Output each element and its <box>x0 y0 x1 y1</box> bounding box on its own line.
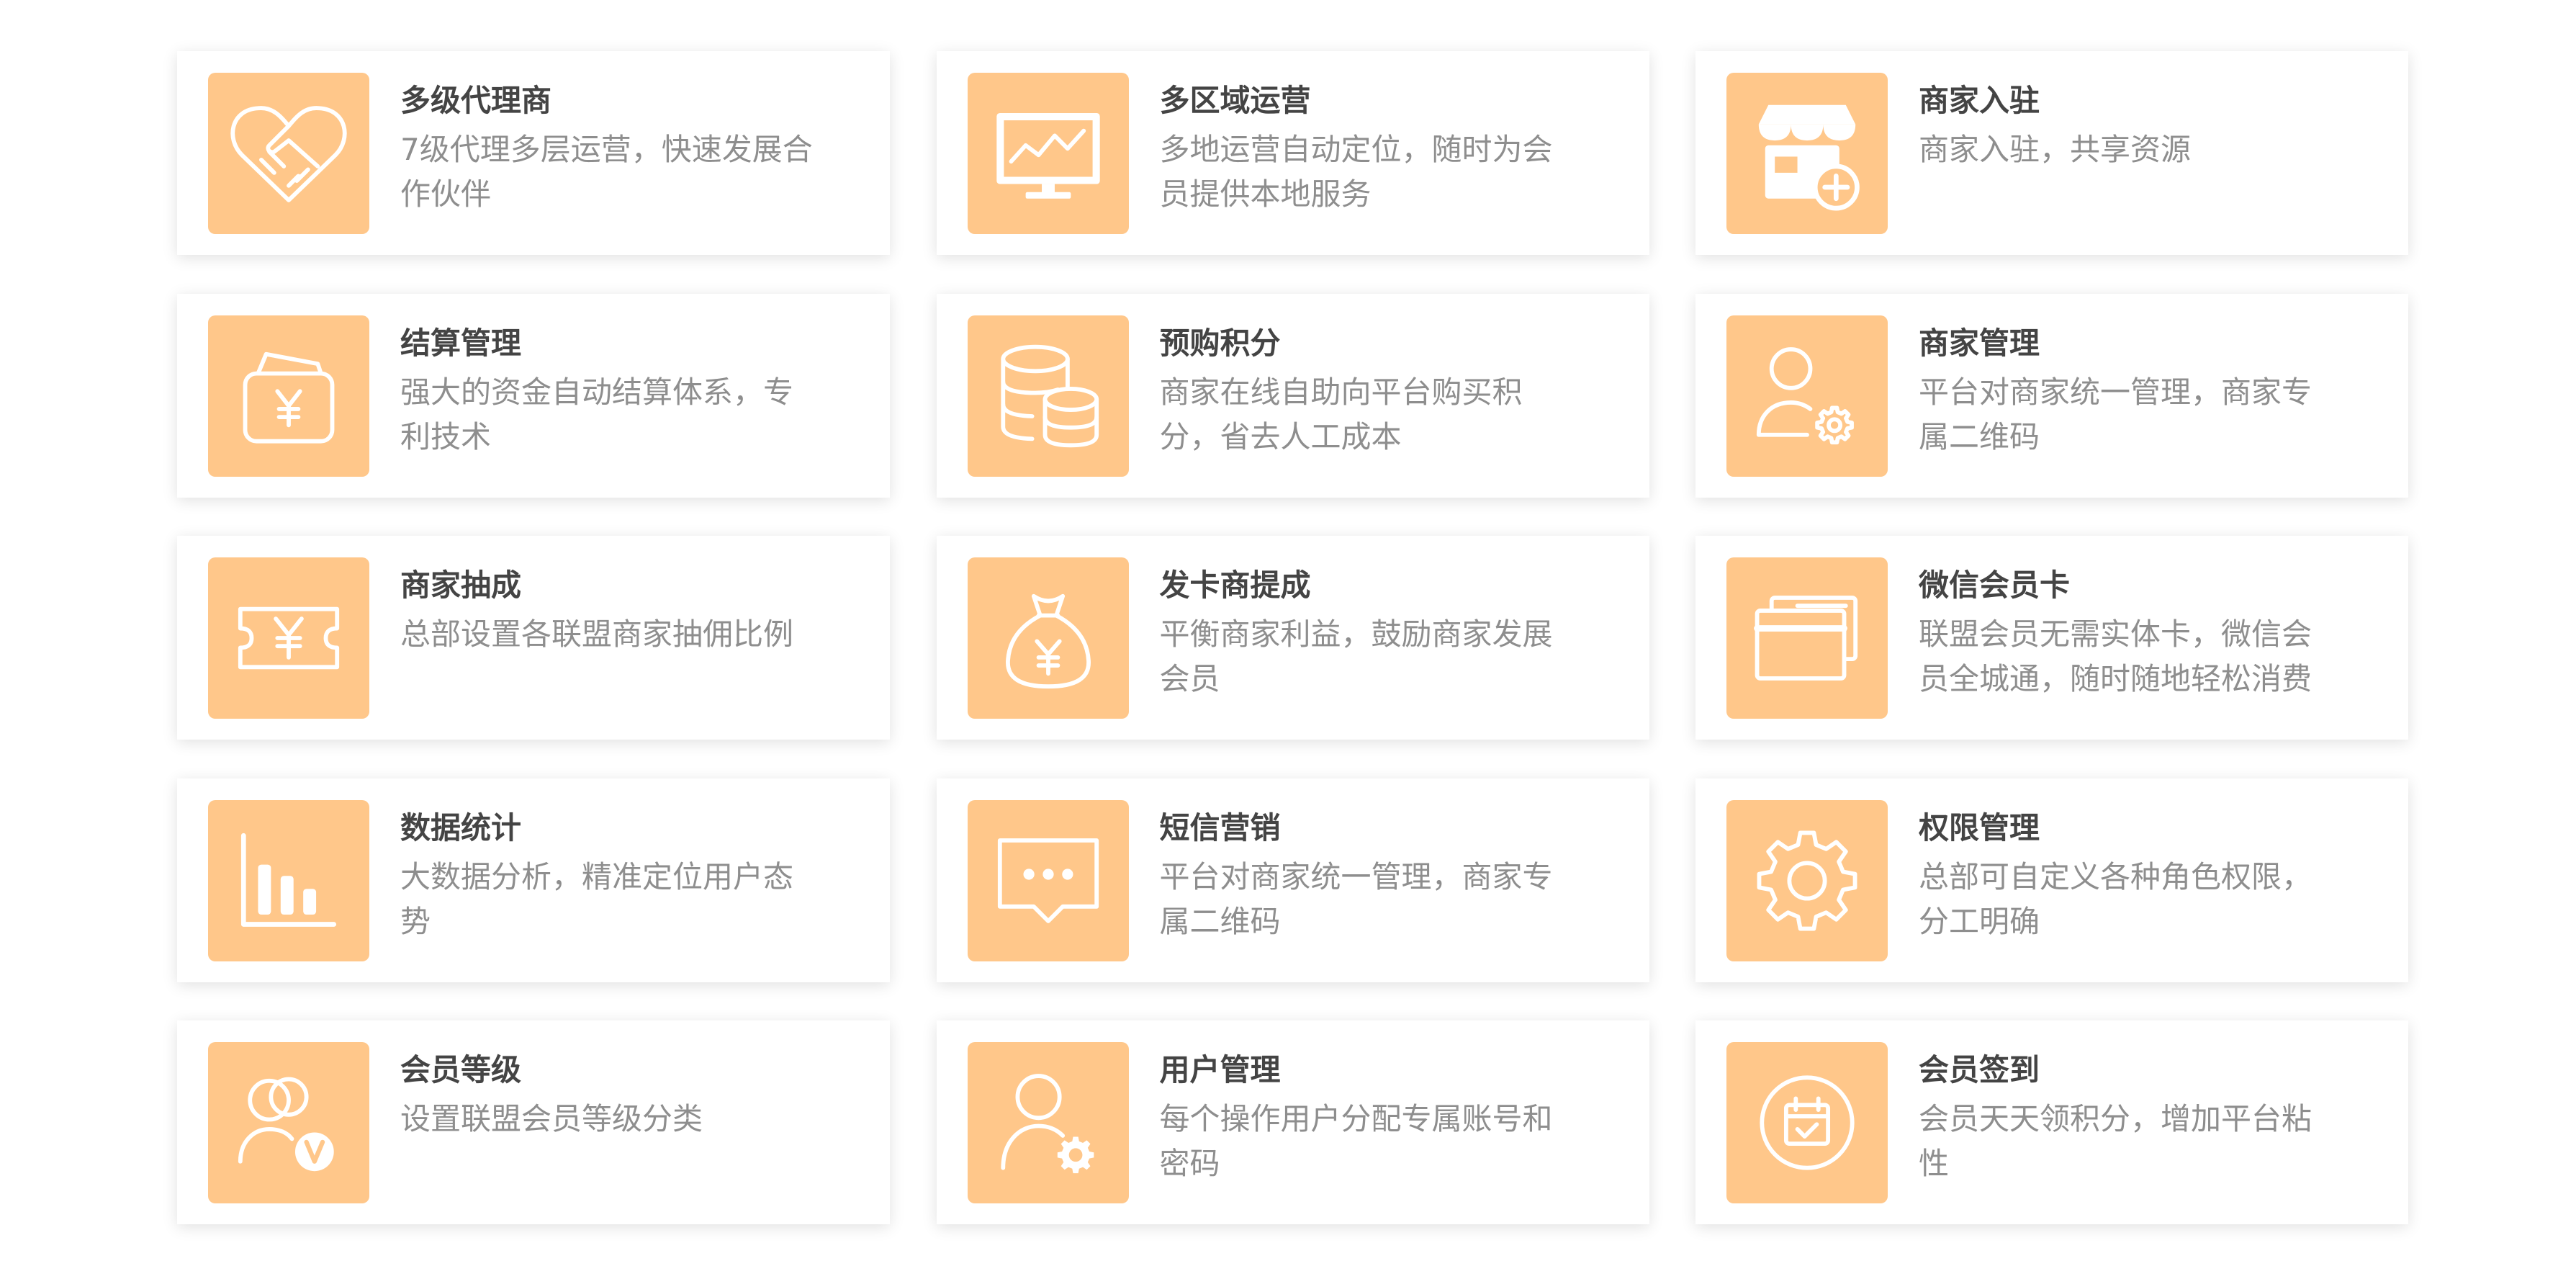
message-icon <box>967 799 1129 961</box>
feature-description: 联盟会员无需实体卡，微信会员全城通，随时随地轻松消费 <box>1919 616 2312 696</box>
feature-description: 平衡商家利益，鼓励商家发展会员 <box>1159 616 1553 696</box>
calendar-check-icon <box>1726 1042 1888 1203</box>
gear-icon <box>1726 799 1888 961</box>
handshake-heart-icon <box>208 73 369 234</box>
feature-card: 用户管理 每个操作用户分配专属账号和密码 <box>936 1020 1649 1224</box>
feature-title: 结算管理 <box>400 325 522 361</box>
feature-title: 多级代理商 <box>400 83 552 118</box>
feature-card: 微信会员卡 联盟会员无需实体卡，微信会员全城通，随时随地轻松消费 <box>1695 536 2408 740</box>
feature-title: 预购积分 <box>1159 325 1281 361</box>
database-icon <box>967 315 1129 477</box>
feature-title: 用户管理 <box>1159 1052 1281 1087</box>
feature-card: 商家抽成 总部设置各联盟商家抽佣比例 <box>177 536 890 740</box>
feature-title: 权限管理 <box>1919 809 2040 845</box>
feature-card: 多区域运营 多地运营自动定位，随时为会员提供本地服务 <box>936 51 1649 255</box>
user-gear-icon <box>1726 315 1888 477</box>
feature-description: 设置联盟会员等级分类 <box>400 1101 703 1136</box>
monitor-chart-icon <box>967 73 1129 234</box>
user-settings-icon <box>967 1042 1129 1203</box>
feature-description: 7级代理多层运营，快速发展合作伙伴 <box>400 132 813 212</box>
feature-card: 发卡商提成 平衡商家利益，鼓励商家发展会员 <box>936 536 1649 740</box>
feature-description: 平台对商家统一管理，商家专属二维码 <box>1159 858 1553 939</box>
feature-title: 会员签到 <box>1919 1052 2040 1087</box>
feature-card: 会员等级 设置联盟会员等级分类 <box>177 1020 890 1224</box>
feature-card: 商家管理 平台对商家统一管理，商家专属二维码 <box>1695 293 2408 498</box>
feature-description: 多地运营自动定位，随时为会员提供本地服务 <box>1159 132 1553 212</box>
feature-title: 微信会员卡 <box>1919 567 2071 603</box>
ticket-yen-icon <box>208 557 369 719</box>
feature-card: 预购积分 商家在线自助向平台购买积分，省去人工成本 <box>936 293 1649 498</box>
feature-card: 权限管理 总部可自定义各种角色权限，分工明确 <box>1695 778 2408 982</box>
feature-description: 大数据分析，精准定位用户态势 <box>400 858 794 939</box>
money-bag-icon <box>967 557 1129 719</box>
feature-card: 会员签到 会员天天领积分，增加平台粘性 <box>1695 1020 2408 1224</box>
bar-chart-icon <box>208 799 369 961</box>
feature-title: 短信营销 <box>1159 809 1281 845</box>
feature-title: 发卡商提成 <box>1159 567 1311 603</box>
vip-users-icon <box>208 1042 369 1203</box>
feature-description: 强大的资金自动结算体系，专利技术 <box>400 374 794 454</box>
member-card-icon <box>1726 557 1888 719</box>
feature-card: 数据统计 大数据分析，精准定位用户态势 <box>177 778 890 982</box>
feature-title: 商家入驻 <box>1919 83 2040 118</box>
feature-title: 商家抽成 <box>400 567 522 603</box>
wallet-yen-icon <box>208 315 369 477</box>
feature-description: 总部设置各联盟商家抽佣比例 <box>400 616 794 652</box>
feature-title: 商家管理 <box>1919 325 2040 361</box>
feature-title: 多区域运营 <box>1159 83 1311 118</box>
feature-description: 商家在线自助向平台购买积分，省去人工成本 <box>1159 374 1523 454</box>
feature-description: 每个操作用户分配专属账号和密码 <box>1159 1101 1553 1181</box>
feature-grid: 多级代理商 7级代理多层运营，快速发展合作伙伴 多区域运营 多地运营自动定位，随… <box>177 51 2408 1224</box>
feature-card: 短信营销 平台对商家统一管理，商家专属二维码 <box>936 778 1649 982</box>
feature-card: 多级代理商 7级代理多层运营，快速发展合作伙伴 <box>177 51 890 255</box>
feature-title: 数据统计 <box>400 809 522 845</box>
store-add-icon <box>1726 73 1888 234</box>
feature-description: 会员天天领积分，增加平台粘性 <box>1919 1101 2312 1181</box>
feature-description: 平台对商家统一管理，商家专属二维码 <box>1919 374 2312 454</box>
feature-description: 商家入驻，共享资源 <box>1919 132 2192 167</box>
feature-description: 总部可自定义各种角色权限，分工明确 <box>1919 858 2312 939</box>
feature-title: 会员等级 <box>400 1052 522 1087</box>
feature-card: 结算管理 强大的资金自动结算体系，专利技术 <box>177 293 890 498</box>
feature-card: 商家入驻 商家入驻，共享资源 <box>1695 51 2408 255</box>
